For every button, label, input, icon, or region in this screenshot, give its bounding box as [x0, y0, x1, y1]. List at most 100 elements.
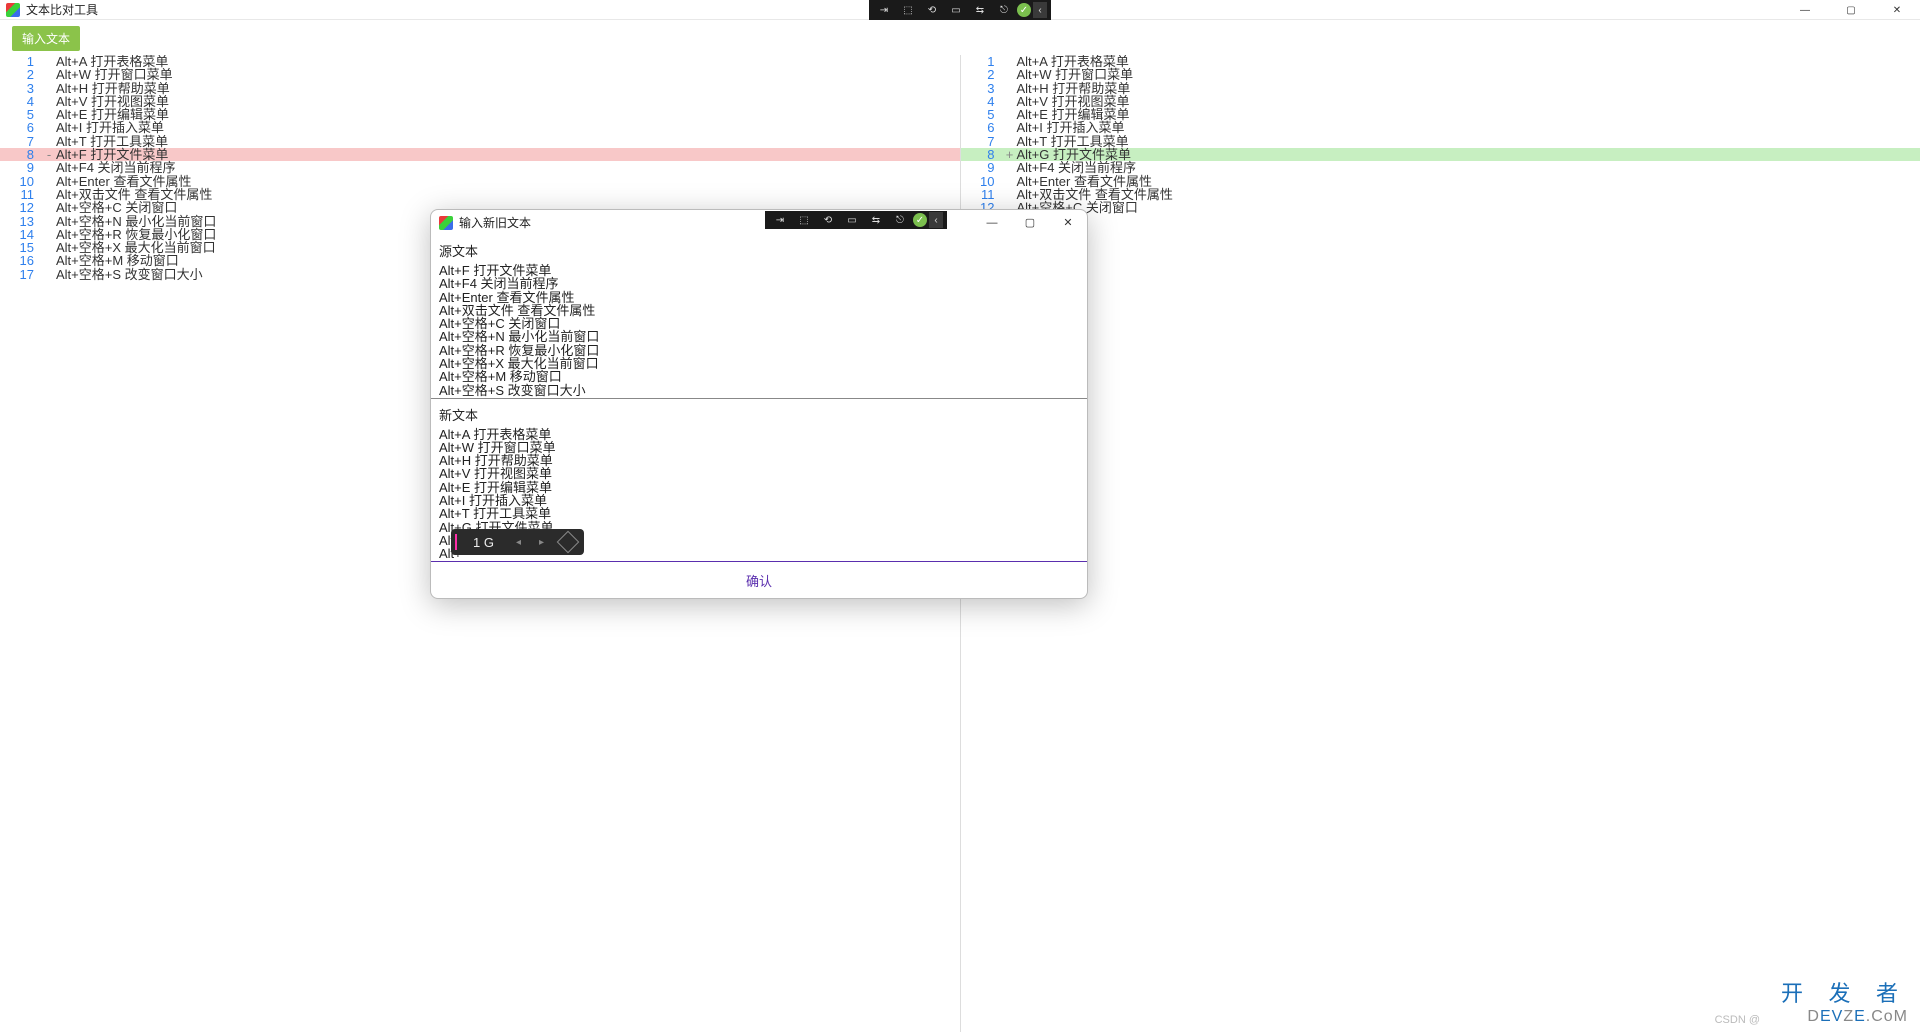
- dialog-close-button[interactable]: ✕: [1049, 210, 1087, 235]
- confirm-button[interactable]: 确认: [746, 571, 772, 590]
- toolbar-tool-icon[interactable]: ⇆: [969, 2, 991, 18]
- ime-expand-icon[interactable]: [557, 531, 580, 554]
- toolbar-tool-icon[interactable]: ⇥: [769, 212, 791, 228]
- diff-line: 11 Alt+双击文件 查看文件属性: [961, 188, 1920, 201]
- line-text: Alt+F4 关闭当前程序: [54, 161, 176, 174]
- line-text: Alt+W 打开窗口菜单: [54, 68, 173, 81]
- line-number: 9: [0, 161, 44, 174]
- toolbar-tool-icon[interactable]: ⟲: [817, 212, 839, 228]
- line-number: 7: [0, 135, 44, 148]
- diff-marker: -: [44, 148, 54, 161]
- source-text-editor[interactable]: Alt+F 打开文件菜单 Alt+F4 关闭当前程序 Alt+Enter 查看文…: [431, 262, 1087, 399]
- line-text: Alt+空格+X 最大化当前窗口: [54, 241, 216, 254]
- line-text: Alt+A 打开表格菜单: [1015, 55, 1129, 68]
- toolbar-tool-icon[interactable]: ▭: [945, 2, 967, 18]
- minimize-button[interactable]: —: [1782, 0, 1828, 20]
- watermark-line2: DEVZE.CoM: [1781, 1008, 1908, 1026]
- dialog-title: 输入新旧文本: [459, 214, 531, 231]
- line-number: 4: [961, 95, 1005, 108]
- line-text: Alt+I 打开插入菜单: [1015, 121, 1125, 134]
- toolbar-tool-icon[interactable]: ⟲: [921, 2, 943, 18]
- app-icon: [439, 216, 453, 230]
- diff-line: 2 Alt+W 打开窗口菜单: [0, 68, 960, 81]
- input-text-button[interactable]: 输入文本: [12, 26, 80, 51]
- recorder-toolbar: ⇥⬚⟲▭⇆⎋✓‹: [765, 211, 947, 229]
- new-text-label: 新文本: [431, 399, 1087, 426]
- line-text: Alt+空格+C 关闭窗口: [54, 201, 177, 214]
- ime-candidate[interactable]: 1 G: [463, 535, 504, 550]
- app-title: 文本比对工具: [26, 1, 98, 18]
- toolbar-tool-icon[interactable]: ⎋: [889, 212, 911, 228]
- line-number: 7: [961, 135, 1005, 148]
- watermark-line1: 开 发 者: [1781, 976, 1908, 1008]
- ime-prev-icon[interactable]: ◂: [510, 537, 527, 548]
- toolbar-tool-icon[interactable]: ⎋: [993, 2, 1015, 18]
- dialog-footer: 确认: [431, 562, 1087, 598]
- diff-line: 7Alt+T 打开工具菜单: [0, 135, 960, 148]
- diff-line: 11 Alt+双击文件 查看文件属性: [0, 188, 960, 201]
- line-number: 2: [0, 68, 44, 81]
- toolbar-tool-icon[interactable]: ⬚: [897, 2, 919, 18]
- diff-line: 4 Alt+V 打开视图菜单: [0, 95, 960, 108]
- line-number: 10: [961, 175, 1005, 188]
- line-text: Alt+W 打开窗口菜单: [1015, 68, 1134, 81]
- diff-line: 1 Alt+A 打开表格菜单: [961, 55, 1920, 68]
- toolbar-check-icon[interactable]: ✓: [1017, 3, 1031, 17]
- line-number: 8: [0, 148, 44, 161]
- line-text: Alt+空格+S 改变窗口大小: [54, 268, 203, 281]
- line-number: 16: [0, 254, 44, 267]
- diff-line: 4 Alt+V 打开视图菜单: [961, 95, 1920, 108]
- ime-caret-icon: [455, 534, 457, 550]
- toolbar-check-icon[interactable]: ✓: [913, 213, 927, 227]
- line-number: 11: [0, 188, 44, 201]
- diff-line: 8+Alt+G 打开文件菜单: [961, 148, 1920, 161]
- recorder-toolbar: ⇥⬚⟲▭⇆⎋✓‹: [869, 0, 1051, 20]
- diff-line: 5 Alt+E 打开编辑菜单: [961, 108, 1920, 121]
- line-text: Alt+V 打开视图菜单: [1015, 95, 1130, 108]
- close-button[interactable]: ✕: [1874, 0, 1920, 20]
- top-toolbar: 输入文本: [0, 20, 1920, 55]
- line-text: Alt+I 打开插入菜单: [54, 121, 164, 134]
- line-text: Alt+Enter 查看文件属性: [1015, 175, 1152, 188]
- diff-line: 6Alt+I 打开插入菜单: [961, 121, 1920, 134]
- window-controls: — ▢ ✕: [1782, 0, 1920, 20]
- line-text: Alt+T 打开工具菜单: [1015, 135, 1129, 148]
- app-icon: [6, 3, 20, 17]
- line-text: Alt+F 打开文件菜单: [54, 148, 168, 161]
- line-text: Alt+E 打开编辑菜单: [1015, 108, 1130, 121]
- main-titlebar: 文本比对工具 ⇥⬚⟲▭⇆⎋✓‹ — ▢ ✕: [0, 0, 1920, 20]
- site-watermark: 开 发 者 DEVZE.CoM: [1781, 976, 1908, 1026]
- ime-candidate-bar[interactable]: 1 G ◂ ▸: [451, 529, 584, 555]
- ime-next-icon[interactable]: ▸: [533, 537, 550, 548]
- line-number: 5: [961, 108, 1005, 121]
- line-text: Alt+V 打开视图菜单: [54, 95, 169, 108]
- line-number: 1: [961, 55, 1005, 68]
- dialog-titlebar: 输入新旧文本 ⇥⬚⟲▭⇆⎋✓‹ — ▢ ✕: [431, 210, 1087, 235]
- line-text: Alt+双击文件 查看文件属性: [54, 188, 212, 201]
- toolbar-collapse-icon[interactable]: ‹: [929, 212, 943, 228]
- line-text: Alt+双击文件 查看文件属性: [1015, 188, 1173, 201]
- csdn-watermark: CSDN @: [1715, 1014, 1760, 1026]
- diff-line: 10 Alt+Enter 查看文件属性: [961, 175, 1920, 188]
- diff-line: 1Alt+A 打开表格菜单: [0, 55, 960, 68]
- target-pane[interactable]: 1Alt+A 打开表格菜单2Alt+W 打开窗口菜单3Alt+H 打开帮助菜单4…: [961, 55, 1920, 1032]
- line-text: Alt+Enter 查看文件属性: [54, 175, 191, 188]
- line-number: 1: [0, 55, 44, 68]
- line-number: 4: [0, 95, 44, 108]
- toolbar-tool-icon[interactable]: ⇆: [865, 212, 887, 228]
- line-number: 11: [961, 188, 1005, 201]
- maximize-button[interactable]: ▢: [1828, 0, 1874, 20]
- line-number: 15: [0, 241, 44, 254]
- toolbar-tool-icon[interactable]: ▭: [841, 212, 863, 228]
- dialog-maximize-button[interactable]: ▢: [1011, 210, 1049, 235]
- toolbar-tool-icon[interactable]: ⇥: [873, 2, 895, 18]
- diff-line: 9Alt+F4 关闭当前程序: [961, 161, 1920, 174]
- diff-line: 10Alt+Enter 查看文件属性: [0, 175, 960, 188]
- diff-line: 2Alt+W 打开窗口菜单: [961, 68, 1920, 81]
- line-number: 3: [961, 82, 1005, 95]
- toolbar-tool-icon[interactable]: ⬚: [793, 212, 815, 228]
- toolbar-collapse-icon[interactable]: ‹: [1033, 2, 1047, 18]
- diff-line: 9 Alt+F4 关闭当前程序: [0, 161, 960, 174]
- line-number: 13: [0, 215, 44, 228]
- dialog-minimize-button[interactable]: —: [973, 210, 1011, 235]
